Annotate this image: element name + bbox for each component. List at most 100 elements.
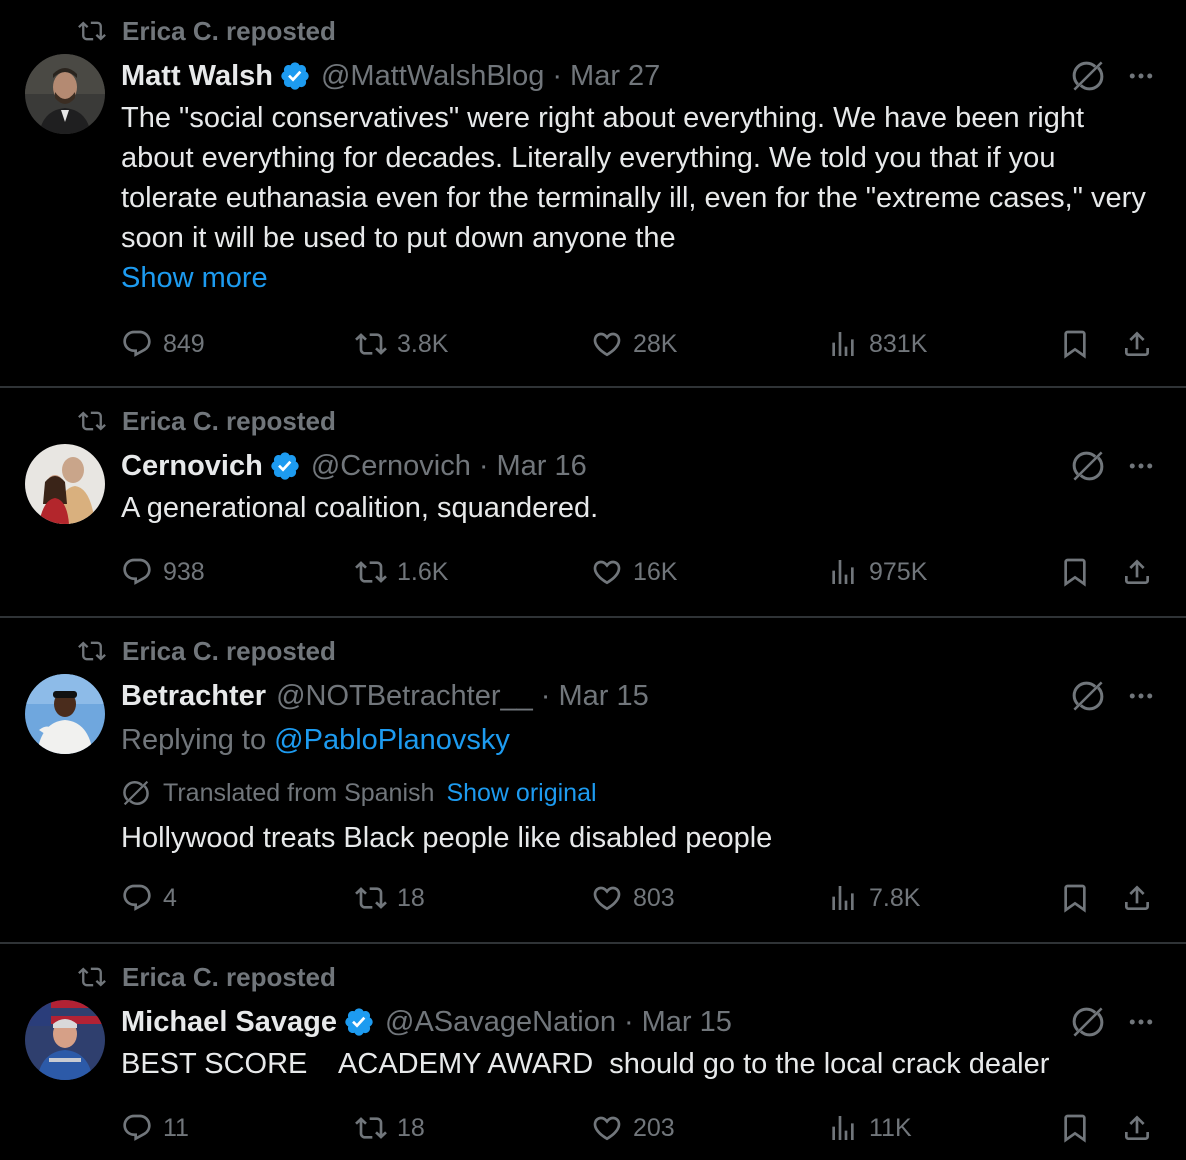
replying-to-handle[interactable]: @PabloPlanovsky xyxy=(274,724,510,756)
show-original-link[interactable]: Show original xyxy=(446,779,596,808)
author-handle[interactable]: @ASavageNation xyxy=(385,1006,616,1039)
repost-button[interactable]: 1.6K xyxy=(355,552,448,592)
grok-icon[interactable] xyxy=(1070,58,1106,94)
share-icon xyxy=(1121,328,1153,360)
like-button[interactable]: 16K xyxy=(591,552,677,592)
tweet-header: Michael Savage @ASavageNation · Mar 15 xyxy=(121,1000,1150,1044)
reply-count: 938 xyxy=(163,557,205,586)
author-handle[interactable]: @Cernovich xyxy=(311,450,471,483)
view-count: 7.8K xyxy=(869,883,921,912)
tweet-date[interactable]: Mar 27 xyxy=(570,60,660,93)
repost-icon xyxy=(355,556,387,588)
tweet-header: Betrachter @NOTBetrachter__ · Mar 15 xyxy=(121,674,1150,718)
share-button[interactable] xyxy=(1121,878,1153,918)
like-button[interactable]: 803 xyxy=(591,878,675,918)
tweet-date[interactable]: Mar 16 xyxy=(497,450,587,483)
tweet-actions: 849 3.8K 28K 831K xyxy=(121,324,1156,364)
show-more-link[interactable]: Show more xyxy=(121,258,1150,298)
author-name[interactable]: Cernovich xyxy=(121,450,263,483)
avatar[interactable] xyxy=(25,54,105,134)
reply-count: 849 xyxy=(163,329,205,358)
tweet-date[interactable]: Mar 15 xyxy=(642,1006,732,1039)
avatar[interactable] xyxy=(25,444,105,524)
repost-indicator[interactable]: Erica C. reposted xyxy=(78,14,336,48)
tweet[interactable]: Erica C. reposted Betrachter @NOTBetrach… xyxy=(0,618,1186,944)
verified-badge-icon[interactable] xyxy=(269,450,301,482)
translated-label: Translated from Spanish xyxy=(163,778,435,807)
author-name[interactable]: Michael Savage xyxy=(121,1006,337,1039)
view-count: 831K xyxy=(869,329,928,358)
share-button[interactable] xyxy=(1121,324,1153,364)
more-icon[interactable] xyxy=(1126,681,1156,711)
verified-badge-icon[interactable] xyxy=(343,1006,375,1038)
avatar[interactable] xyxy=(25,674,105,754)
bookmark-button[interactable] xyxy=(1059,878,1091,918)
views-icon xyxy=(827,328,859,360)
repost-button[interactable]: 18 xyxy=(355,878,425,918)
reply-button[interactable]: 849 xyxy=(121,324,205,364)
tweet-date[interactable]: Mar 15 xyxy=(558,680,648,713)
bookmark-icon xyxy=(1059,556,1091,588)
verified-badge-icon[interactable] xyxy=(279,60,311,92)
share-button[interactable] xyxy=(1121,552,1153,592)
replying-to: Replying to @PabloPlanovsky xyxy=(121,720,1150,760)
repost-icon xyxy=(78,407,106,435)
views-button[interactable]: 975K xyxy=(827,552,927,592)
repost-icon xyxy=(78,637,106,665)
more-icon[interactable] xyxy=(1126,61,1156,91)
author-name[interactable]: Betrachter xyxy=(121,680,266,713)
separator: · xyxy=(623,1005,634,1038)
repost-icon xyxy=(355,1112,387,1144)
repost-indicator[interactable]: Erica C. reposted xyxy=(78,634,336,668)
separator: · xyxy=(540,679,551,712)
views-button[interactable]: 831K xyxy=(827,324,927,364)
tweet[interactable]: Erica C. reposted Matt Walsh @MattWalshB… xyxy=(0,0,1186,388)
bookmark-button[interactable] xyxy=(1059,324,1091,364)
repost-label: Erica C. reposted xyxy=(122,635,336,666)
grok-icon[interactable] xyxy=(1070,448,1106,484)
tweet[interactable]: Erica C. reposted Cernovich @Cernovich ·… xyxy=(0,388,1186,618)
views-icon xyxy=(827,882,859,914)
views-button[interactable]: 11K xyxy=(827,1108,912,1148)
tweet-header: Matt Walsh @MattWalshBlog · Mar 27 xyxy=(121,54,1150,98)
like-count: 203 xyxy=(633,1113,675,1142)
bookmark-button[interactable] xyxy=(1059,552,1091,592)
repost-icon xyxy=(355,328,387,360)
like-button[interactable]: 203 xyxy=(591,1108,675,1148)
views-icon xyxy=(827,556,859,588)
repost-indicator[interactable]: Erica C. reposted xyxy=(78,960,336,994)
tweet-text: The "social conservatives" were right ab… xyxy=(121,102,1146,254)
view-count: 975K xyxy=(869,557,928,586)
like-icon xyxy=(591,556,623,588)
author-handle[interactable]: @NOTBetrachter__ xyxy=(276,680,533,713)
view-count: 11K xyxy=(869,1113,912,1142)
author-handle[interactable]: @MattWalshBlog xyxy=(321,60,544,93)
share-button[interactable] xyxy=(1121,1108,1153,1148)
like-count: 803 xyxy=(633,883,675,912)
like-count: 16K xyxy=(633,557,678,586)
like-button[interactable]: 28K xyxy=(591,324,677,364)
repost-count: 18 xyxy=(397,883,425,912)
more-icon[interactable] xyxy=(1126,1007,1156,1037)
avatar[interactable] xyxy=(25,1000,105,1080)
tweet[interactable]: Erica C. reposted Michael Savage @ASavag… xyxy=(0,944,1186,1160)
like-icon xyxy=(591,328,623,360)
replying-prefix: Replying to xyxy=(121,724,267,756)
reply-button[interactable]: 938 xyxy=(121,552,205,592)
like-count: 28K xyxy=(633,329,678,358)
more-icon[interactable] xyxy=(1126,451,1156,481)
grok-icon[interactable] xyxy=(1070,678,1106,714)
reply-button[interactable]: 11 xyxy=(121,1108,189,1148)
reply-button[interactable]: 4 xyxy=(121,878,177,918)
grok-icon[interactable] xyxy=(1070,1004,1106,1040)
repost-label: Erica C. reposted xyxy=(122,15,336,46)
tweet-actions: 11 18 203 11K xyxy=(121,1108,1156,1148)
bookmark-button[interactable] xyxy=(1059,1108,1091,1148)
repost-button[interactable]: 18 xyxy=(355,1108,425,1148)
translate-icon xyxy=(121,778,151,808)
repost-button[interactable]: 3.8K xyxy=(355,324,448,364)
translation-notice: Translated from Spanish Show original xyxy=(121,776,1150,810)
repost-indicator[interactable]: Erica C. reposted xyxy=(78,404,336,438)
views-button[interactable]: 7.8K xyxy=(827,878,920,918)
author-name[interactable]: Matt Walsh xyxy=(121,60,273,93)
